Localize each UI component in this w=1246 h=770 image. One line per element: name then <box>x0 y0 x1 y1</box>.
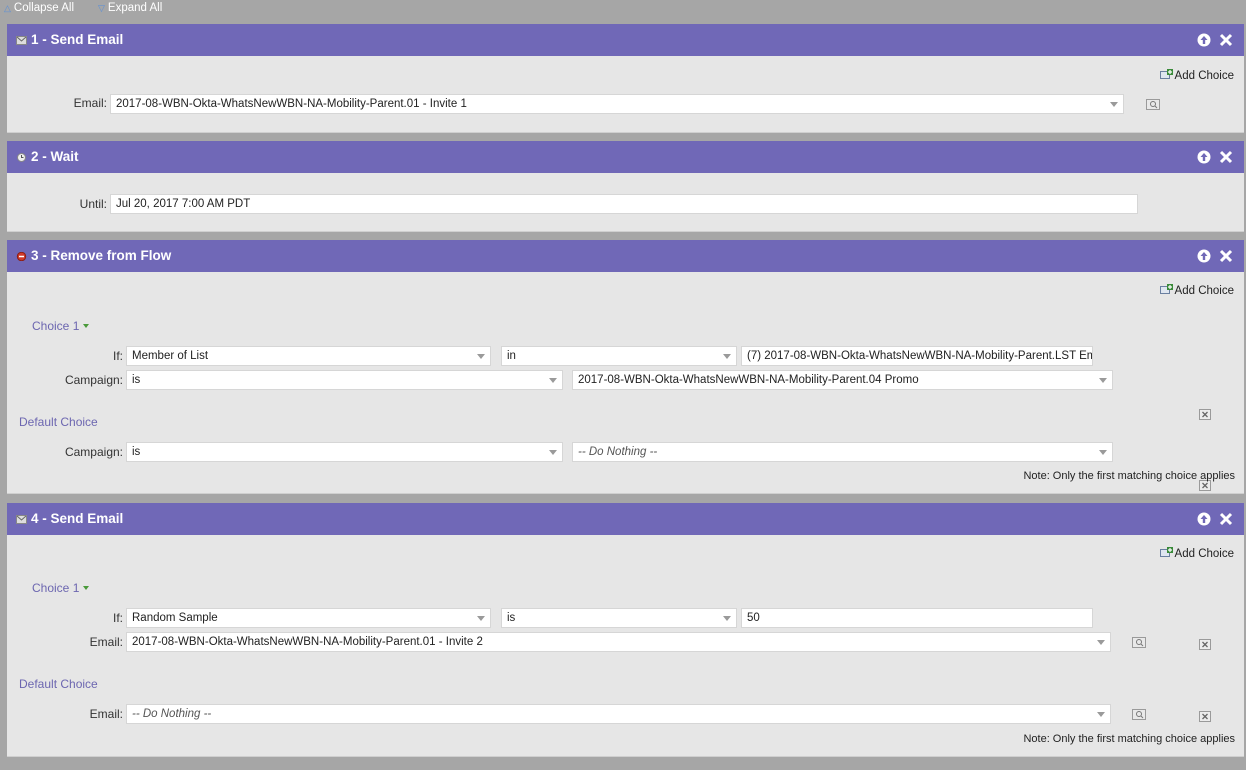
preview-email-icon[interactable] <box>1146 99 1160 110</box>
preview-email-icon[interactable] <box>1132 637 1146 648</box>
until-datetime-input[interactable]: Jul 20, 2017 7:00 AM PDT <box>110 194 1138 214</box>
step-header[interactable]: 3 - Remove from Flow <box>7 240 1244 272</box>
choice-note: Note: Only the first matching choice app… <box>1023 470 1235 482</box>
add-choice-icon <box>1159 69 1173 79</box>
step-body: Add Choice Choice 1 If: Random Sample is… <box>7 535 1244 757</box>
remove-flow-icon <box>16 252 27 261</box>
move-up-icon[interactable] <box>1197 249 1211 263</box>
expand-triangle-icon: ▽ <box>98 3 105 13</box>
step-body: Add Choice Email: 2017-08-WBN-Okta-Whats… <box>7 56 1244 133</box>
chevron-down-icon <box>1110 102 1118 107</box>
list-value-input[interactable]: (7) 2017-08-WBN-Okta-WhatsNewWBN-NA-Mobi… <box>741 346 1093 366</box>
step-header[interactable]: 2 - Wait <box>7 141 1244 173</box>
delete-step-icon[interactable] <box>1219 150 1233 164</box>
step-title: 1 - Send Email <box>31 32 124 47</box>
condition-select[interactable]: Member of List <box>126 346 491 366</box>
email-select[interactable]: 2017-08-WBN-Okta-WhatsNewWBN-NA-Mobility… <box>110 94 1124 114</box>
step-title: 2 - Wait <box>31 149 79 164</box>
move-up-icon[interactable] <box>1197 150 1211 164</box>
default-choice-label: Default Choice <box>19 677 98 691</box>
condition-select[interactable]: Random Sample <box>126 608 491 628</box>
chevron-down-icon <box>549 450 557 455</box>
chevron-down-icon <box>723 354 731 359</box>
clock-icon <box>17 153 26 162</box>
move-up-icon[interactable] <box>1197 33 1211 47</box>
default-campaign-operator-select[interactable]: is <box>126 442 563 462</box>
add-choice-button[interactable]: Add Choice <box>1159 284 1234 297</box>
chevron-down-icon <box>549 378 557 383</box>
default-email-select[interactable]: -- Do Nothing -- <box>126 704 1111 724</box>
default-campaign-label: Campaign: <box>64 445 123 459</box>
flow-step-2: 2 - Wait Until: Jul 20, 2017 7:00 AM PDT <box>7 141 1244 232</box>
email-icon <box>16 515 27 524</box>
delete-step-icon[interactable] <box>1219 249 1233 263</box>
delete-choice-icon[interactable] <box>1199 711 1211 722</box>
campaign-operator-select[interactable]: is <box>126 370 563 390</box>
flow-step-3: 3 - Remove from Flow Add Choice Choice 1… <box>7 240 1244 494</box>
chevron-down-icon <box>1099 378 1107 383</box>
collapse-all-link[interactable]: △ Collapse All <box>4 2 74 14</box>
step-body: Add Choice Choice 1 If: Member of List i… <box>7 272 1244 494</box>
step-title: 3 - Remove from Flow <box>31 248 172 263</box>
step-header[interactable]: 4 - Send Email <box>7 503 1244 535</box>
flow-toolbar: △ Collapse All ▽ Expand All <box>0 0 1246 20</box>
if-label: If: <box>112 349 123 363</box>
email-icon <box>16 36 27 45</box>
delete-step-icon[interactable] <box>1219 512 1233 526</box>
chevron-down-icon <box>1097 640 1105 645</box>
collapse-triangle-icon: △ <box>4 3 11 13</box>
expand-all-link[interactable]: ▽ Expand All <box>98 2 162 14</box>
campaign-select[interactable]: 2017-08-WBN-Okta-WhatsNewWBN-NA-Mobility… <box>572 370 1113 390</box>
move-up-icon[interactable] <box>1197 512 1211 526</box>
add-choice-button[interactable]: Add Choice <box>1159 547 1234 560</box>
default-campaign-select[interactable]: -- Do Nothing -- <box>572 442 1113 462</box>
if-label: If: <box>112 611 123 625</box>
choice-note: Note: Only the first matching choice app… <box>1023 733 1235 745</box>
choice-1-toggle[interactable]: Choice 1 <box>32 319 90 333</box>
default-email-label: Email: <box>89 707 123 721</box>
delete-choice-icon[interactable] <box>1199 639 1211 650</box>
email-select[interactable]: 2017-08-WBN-Okta-WhatsNewWBN-NA-Mobility… <box>126 632 1111 652</box>
add-choice-icon <box>1159 284 1173 294</box>
chevron-down-icon <box>1099 450 1107 455</box>
choice-expand-icon <box>83 586 90 590</box>
choice-1-toggle[interactable]: Choice 1 <box>32 581 90 595</box>
preview-email-icon[interactable] <box>1132 709 1146 720</box>
chevron-down-icon <box>1097 712 1105 717</box>
delete-step-icon[interactable] <box>1219 33 1233 47</box>
default-choice-label: Default Choice <box>19 415 98 429</box>
chevron-down-icon <box>477 354 485 359</box>
flow-step-1: 1 - Send Email Add Choice Email: 2017-08… <box>7 24 1244 133</box>
step-title: 4 - Send Email <box>31 511 124 526</box>
step-header[interactable]: 1 - Send Email <box>7 24 1244 56</box>
step-body: Until: Jul 20, 2017 7:00 AM PDT <box>7 173 1244 232</box>
operator-select[interactable]: in <box>501 346 737 366</box>
sample-amount-input[interactable]: 50 <box>741 608 1093 628</box>
operator-select[interactable]: is <box>501 608 737 628</box>
choice-expand-icon <box>83 324 90 328</box>
email-label: Email: <box>73 96 107 110</box>
delete-choice-icon[interactable] <box>1199 409 1211 420</box>
email-label: Email: <box>89 635 123 649</box>
campaign-label: Campaign: <box>64 373 123 387</box>
add-choice-button[interactable]: Add Choice <box>1159 69 1234 82</box>
chevron-down-icon <box>723 616 731 621</box>
flow-step-4: 4 - Send Email Add Choice Choice 1 If: R… <box>7 503 1244 757</box>
add-choice-icon <box>1159 547 1173 557</box>
until-label: Until: <box>79 197 107 211</box>
chevron-down-icon <box>477 616 485 621</box>
